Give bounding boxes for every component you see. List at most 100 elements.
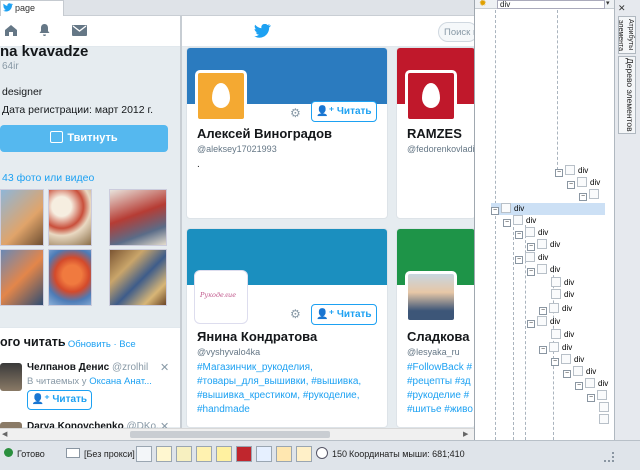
suggested-user-name: Челпанов Денис — [27, 362, 110, 373]
tree-node[interactable]: − div — [515, 227, 548, 239]
scroll-right-arrow-icon[interactable]: ▶ — [463, 430, 471, 439]
tree-node-selected[interactable]: − div — [491, 203, 605, 215]
tweet-button[interactable]: Твитнуть — [0, 125, 168, 152]
toolbar-icon[interactable] — [156, 446, 172, 462]
tree-node[interactable] — [599, 414, 612, 424]
tree-node[interactable]: − div — [539, 303, 572, 315]
tree-node[interactable]: − div — [527, 264, 560, 276]
avatar[interactable] — [195, 70, 247, 122]
card-user-handle[interactable]: @aleksey17021993 — [197, 144, 277, 154]
tree-node[interactable] — [599, 402, 612, 412]
settings-gear-icon[interactable]: ⚙ — [290, 307, 301, 321]
status-ok-icon — [4, 448, 13, 457]
tree-node[interactable]: − div — [539, 342, 572, 354]
flash-icon[interactable] — [236, 446, 252, 462]
key-icon[interactable] — [296, 446, 312, 462]
notifications-bell-icon[interactable] — [38, 23, 51, 37]
card-user-name[interactable]: Сладкова — [407, 329, 469, 344]
photo-thumbnail[interactable] — [0, 189, 44, 246]
scrollbar-thumb[interactable] — [130, 431, 330, 438]
tree-node[interactable]: − div — [555, 165, 588, 177]
tree-node[interactable]: − div — [527, 316, 560, 328]
tree-node[interactable]: − div — [563, 366, 596, 378]
photo-thumbnail[interactable] — [0, 249, 44, 306]
card-user-name[interactable]: Алексей Виноградов — [197, 126, 332, 141]
monitor-icon[interactable] — [256, 446, 272, 462]
card-user-name[interactable]: RAMZES — [407, 126, 462, 141]
messages-envelope-icon[interactable] — [72, 25, 87, 36]
view-all-link[interactable]: Все — [119, 339, 135, 350]
photo-thumbnail[interactable] — [48, 189, 92, 246]
profile-name[interactable]: na kvavadze — [0, 43, 88, 60]
tree-node[interactable]: − div — [551, 354, 584, 366]
user-card[interactable]: RAMZES @fedorenkovladi2 — [396, 47, 476, 219]
card-bio-line[interactable]: #товары_для_вышивки, #вышивка, — [197, 375, 361, 389]
card-user-handle[interactable]: @vyshyvalo4ka — [197, 347, 260, 357]
photo-thumbnail[interactable] — [48, 249, 92, 306]
card-bio-line[interactable]: #рукоделие # — [407, 389, 469, 403]
tree-node[interactable]: − div — [515, 252, 548, 264]
tab-attributes[interactable]: Атрибуты элемента — [617, 16, 636, 54]
scroll-left-arrow-icon[interactable]: ◀ — [2, 430, 10, 439]
refresh-link[interactable]: Обновить — [68, 339, 111, 350]
tab-element-tree[interactable]: Дерево элементов — [618, 56, 636, 134]
user-card[interactable]: Рукоделие ⚙ 👤⁺ Читать Янина Кондратова @… — [186, 228, 388, 428]
follow-button[interactable]: 👤⁺ Читать — [311, 304, 377, 325]
lightning-icon[interactable] — [216, 446, 232, 462]
tree-node[interactable]: − div — [567, 177, 600, 189]
card-user-handle[interactable]: @lesyaka_ru — [407, 347, 460, 357]
close-icon[interactable]: ✕ — [618, 3, 626, 14]
avatar[interactable] — [0, 363, 22, 391]
settings-gear-icon[interactable]: ⚙ — [290, 106, 301, 120]
element-selector-dropdown[interactable]: div — [497, 0, 605, 9]
followed-by-link[interactable]: Оксана Анат... — [89, 376, 152, 387]
edit-icon[interactable] — [276, 446, 292, 462]
card-bio-line[interactable]: #рецепты #зд — [407, 375, 471, 389]
card-bio-line[interactable]: #Магазинчик_рукоделия, — [197, 361, 313, 375]
horizontal-scrollbar[interactable]: ◀ ▶ — [0, 428, 474, 440]
twitter-logo-icon[interactable] — [254, 24, 271, 38]
tree-node[interactable]: − div — [527, 239, 560, 251]
tree-node[interactable]: div — [551, 277, 574, 287]
avatar[interactable] — [405, 271, 457, 323]
dismiss-icon[interactable]: ✕ — [160, 361, 169, 374]
status-bar: Готово [Без прокси] 150 Координаты мыши:… — [0, 440, 640, 470]
follow-button[interactable]: 👤⁺ Читать — [27, 390, 92, 410]
tree-node[interactable]: div — [551, 329, 574, 339]
tree-node[interactable]: − div — [503, 215, 536, 227]
user-card[interactable]: ⚙ 👤⁺ Читать Алексей Виноградов @aleksey1… — [186, 47, 388, 219]
toolbar-icon[interactable] — [136, 446, 152, 462]
card-user-handle[interactable]: @fedorenkovladi2 — [407, 144, 475, 154]
follow-button[interactable]: 👤⁺ Читать — [311, 101, 377, 122]
resize-grip-icon[interactable] — [604, 452, 614, 462]
profile-handle[interactable]: 64ir — [2, 61, 19, 72]
tree-node-label: div — [550, 317, 561, 326]
tree-node[interactable]: div — [551, 289, 574, 299]
photo-thumbnail[interactable] — [109, 249, 167, 306]
card-bio-line[interactable]: #вышивка_крестиком, #рукоделие, — [197, 389, 360, 403]
home-icon[interactable] — [4, 24, 18, 37]
browser-tab[interactable]: page — [0, 0, 64, 16]
card-bio-line[interactable]: #handmade — [197, 403, 250, 417]
avatar[interactable]: Рукоделие — [195, 271, 247, 323]
photos-link[interactable]: 43 фото или видео — [2, 172, 94, 184]
chevron-down-icon[interactable]: ▾ — [606, 0, 610, 7]
tree-node-label: div — [562, 343, 573, 352]
mail-icon[interactable] — [196, 446, 212, 462]
toolbar-icon[interactable] — [176, 446, 192, 462]
proxy-status[interactable]: [Без прокси] — [84, 449, 135, 459]
photo-thumbnail[interactable] — [109, 189, 167, 246]
tree-node[interactable]: − — [587, 390, 610, 402]
avatar[interactable] — [405, 70, 457, 122]
user-card[interactable]: Сладкова @lesyaka_ru #FollowBack # #реце… — [396, 228, 476, 428]
search-input[interactable]: Поиск в — [438, 22, 478, 42]
card-user-name[interactable]: Янина Кондратова — [197, 329, 317, 344]
tree-node[interactable]: − div — [575, 378, 608, 390]
egg-avatar-icon — [212, 83, 230, 108]
card-bio-line[interactable]: #FollowBack # — [407, 361, 472, 375]
add-user-icon: 👤⁺ — [31, 394, 50, 405]
sun-icon[interactable]: ✹ — [479, 0, 487, 9]
tree-node[interactable]: − — [579, 189, 602, 201]
card-bio-line[interactable]: #шитье #живо — [407, 403, 473, 417]
suggested-user-row[interactable]: Челпанов Денис @zrolhil — [27, 362, 148, 373]
